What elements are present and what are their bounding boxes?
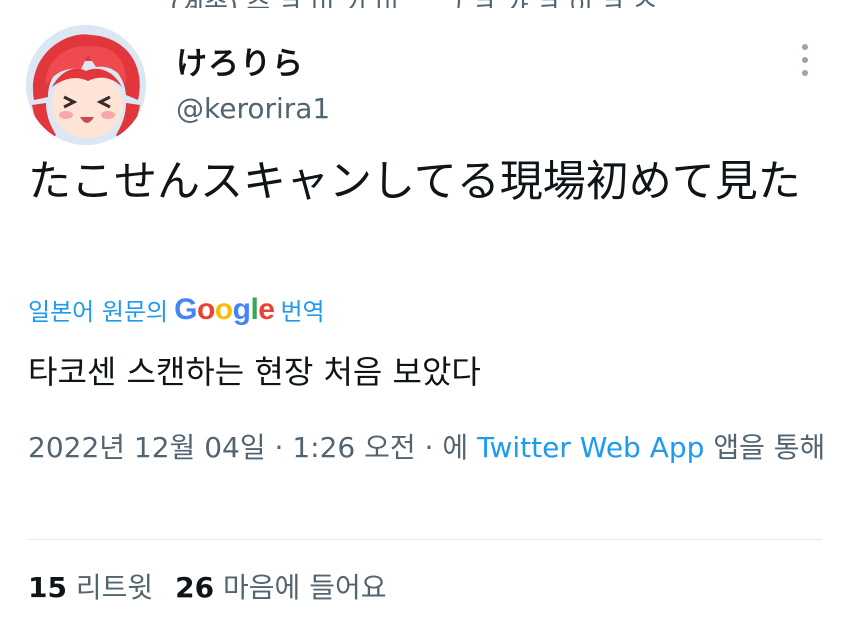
user-display-name[interactable]: けろりら <box>176 38 304 83</box>
avatar-image <box>26 25 146 145</box>
likes-stat[interactable]: 26 마음에 들어요 <box>175 571 386 604</box>
user-handle[interactable]: @kerorira1 <box>176 92 330 125</box>
retweets-stat[interactable]: 15 리트윗 <box>28 571 153 604</box>
retweets-count: 15 <box>28 571 67 604</box>
previous-tweet-partial-text: (계속) 수 ㅋ 미 기 미 ... 그 ㅋ 가 ㅋ 이 ㅋ 스 ... <box>170 0 730 8</box>
more-dot <box>802 70 808 76</box>
meta-separator: · <box>274 431 284 464</box>
translated-text: 타코센 스캔하는 현장 처음 보았다 <box>28 353 481 391</box>
translation-prefix: 일본어 원문의 <box>28 298 169 326</box>
source-app-link[interactable]: Twitter Web App <box>477 431 704 464</box>
tweet-metadata: 2022년 12월 04일 · 1:26 오전 · 에 Twitter Web … <box>28 426 828 470</box>
meta-separator: · <box>424 431 434 464</box>
likes-count: 26 <box>175 571 215 604</box>
tweet-text: たこせんスキャンしてる現場初めて見た <box>28 157 801 207</box>
translation-attribution[interactable]: 일본어 원문의 Google 번역 <box>28 292 325 327</box>
avatar[interactable] <box>26 25 146 145</box>
more-vertical-icon[interactable] <box>798 44 812 76</box>
divider <box>28 539 822 540</box>
more-dot <box>802 57 808 63</box>
google-logo: Google <box>174 292 275 326</box>
more-dot <box>802 44 808 50</box>
likes-label: 마음에 들어요 <box>223 571 387 604</box>
retweets-label: 리트윗 <box>75 571 154 604</box>
tweet-time[interactable]: 1:26 오전 <box>292 431 415 464</box>
engagement-stats: 15 리트윗 26 마음에 들어요 <box>28 566 387 606</box>
via-suffix: 앱을 통해 <box>713 431 826 464</box>
tweet-date[interactable]: 2022년 12월 04일 <box>28 431 266 464</box>
translation-suffix: 번역 <box>280 298 325 326</box>
via-prefix: 에 <box>442 431 469 464</box>
